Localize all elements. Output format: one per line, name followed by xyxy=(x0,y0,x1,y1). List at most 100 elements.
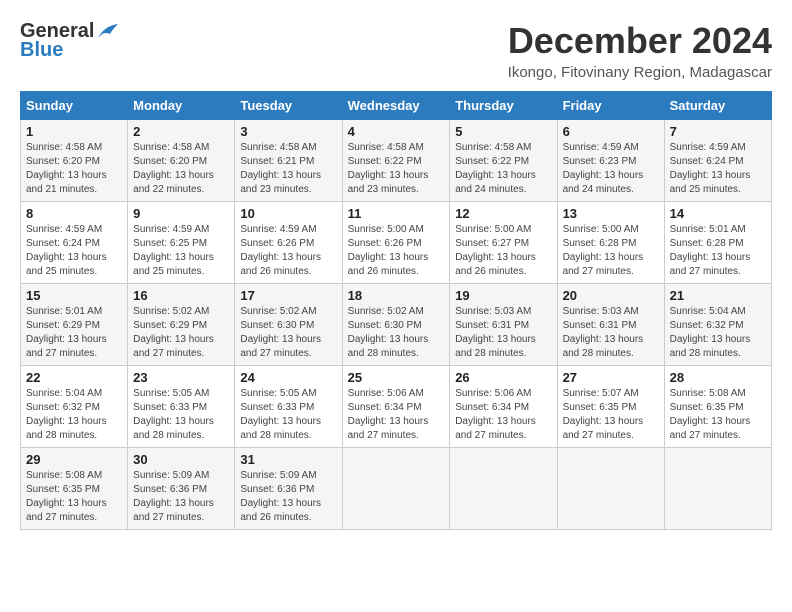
day-number: 22 xyxy=(26,370,122,385)
day-info: Sunrise: 4:58 AMSunset: 6:22 PMDaylight:… xyxy=(348,141,445,197)
day-number: 21 xyxy=(670,288,766,303)
day-number: 19 xyxy=(455,288,551,303)
calendar-cell: 29Sunrise: 5:08 AMSunset: 6:35 PMDayligh… xyxy=(21,448,128,530)
day-number: 5 xyxy=(455,124,551,139)
day-header-monday: Monday xyxy=(128,92,235,120)
calendar-cell: 20Sunrise: 5:03 AMSunset: 6:31 PMDayligh… xyxy=(557,284,664,366)
calendar-cell: 7 Sunrise: 4:59 AMSunset: 6:24 PMDaylight… xyxy=(664,120,771,202)
day-header-wednesday: Wednesday xyxy=(342,92,450,120)
day-number: 3 xyxy=(240,124,336,139)
day-info: Sunrise: 5:07 AMSunset: 6:35 PMDaylight:… xyxy=(563,387,659,443)
day-number: 27 xyxy=(563,370,659,385)
calendar-cell: 24 Sunrise: 5:05 AMSunset: 6:33 PMDayligh… xyxy=(235,366,342,448)
day-info: Sunrise: 4:58 AMSunset: 6:22 PMDaylight:… xyxy=(455,141,551,197)
day-info: Sunrise: 5:09 AMSunset: 6:36 PMDaylight:… xyxy=(133,469,229,525)
calendar-cell: 22 Sunrise: 5:04 AMSunset: 6:32 PMDayligh… xyxy=(21,366,128,448)
calendar-cell: 25 Sunrise: 5:06 AMSunset: 6:34 PMDayligh… xyxy=(342,366,450,448)
calendar-cell: 10Sunrise: 4:59 AMSunset: 6:26 PMDayligh… xyxy=(235,202,342,284)
day-number: 15 xyxy=(26,288,122,303)
logo-blue-text: Blue xyxy=(20,39,63,62)
logo: General Blue xyxy=(20,20,118,62)
day-number: 25 xyxy=(348,370,445,385)
calendar-cell: 5 Sunrise: 4:58 AMSunset: 6:22 PMDaylight… xyxy=(450,120,557,202)
day-number: 14 xyxy=(670,206,766,221)
calendar-cell: 11Sunrise: 5:00 AMSunset: 6:26 PMDayligh… xyxy=(342,202,450,284)
day-number: 28 xyxy=(670,370,766,385)
day-number: 13 xyxy=(563,206,659,221)
calendar-cell: 12 Sunrise: 5:00 AMSunset: 6:27 PMDayligh… xyxy=(450,202,557,284)
day-number: 30 xyxy=(133,452,229,467)
day-header-thursday: Thursday xyxy=(450,92,557,120)
calendar-cell: 28 Sunrise: 5:08 AMSunset: 6:35 PMDayligh… xyxy=(664,366,771,448)
calendar-cell xyxy=(450,448,557,530)
calendar-cell: 8Sunrise: 4:59 AMSunset: 6:24 PMDaylight… xyxy=(21,202,128,284)
day-info: Sunrise: 4:59 AMSunset: 6:24 PMDaylight:… xyxy=(26,223,122,279)
day-info: Sunrise: 5:05 AMSunset: 6:33 PMDaylight:… xyxy=(240,387,336,443)
day-info: Sunrise: 5:00 AMSunset: 6:26 PMDaylight:… xyxy=(348,223,445,279)
calendar-cell: 15 Sunrise: 5:01 AMSunset: 6:29 PMDayligh… xyxy=(21,284,128,366)
day-info: Sunrise: 5:05 AMSunset: 6:33 PMDaylight:… xyxy=(133,387,229,443)
day-info: Sunrise: 5:08 AMSunset: 6:35 PMDaylight:… xyxy=(670,387,766,443)
calendar-cell: 16 Sunrise: 5:02 AMSunset: 6:29 PMDayligh… xyxy=(128,284,235,366)
day-info: Sunrise: 5:09 AMSunset: 6:36 PMDaylight:… xyxy=(240,469,336,525)
calendar-cell: 19 Sunrise: 5:03 AMSunset: 6:31 PMDayligh… xyxy=(450,284,557,366)
calendar-cell: 2Sunrise: 4:58 AMSunset: 6:20 PMDaylight… xyxy=(128,120,235,202)
calendar-cell: 31 Sunrise: 5:09 AMSunset: 6:36 PMDayligh… xyxy=(235,448,342,530)
day-info: Sunrise: 4:59 AMSunset: 6:24 PMDaylight:… xyxy=(670,141,766,197)
day-info: Sunrise: 5:01 AMSunset: 6:28 PMDaylight:… xyxy=(670,223,766,279)
day-number: 16 xyxy=(133,288,229,303)
day-header-friday: Friday xyxy=(557,92,664,120)
calendar-cell xyxy=(664,448,771,530)
logo-bird-icon xyxy=(96,24,118,40)
day-info: Sunrise: 5:02 AMSunset: 6:29 PMDaylight:… xyxy=(133,305,229,361)
day-info: Sunrise: 5:00 AMSunset: 6:27 PMDaylight:… xyxy=(455,223,551,279)
day-number: 23 xyxy=(133,370,229,385)
day-number: 24 xyxy=(240,370,336,385)
day-number: 12 xyxy=(455,206,551,221)
day-info: Sunrise: 5:01 AMSunset: 6:29 PMDaylight:… xyxy=(26,305,122,361)
calendar-week-row: 8Sunrise: 4:59 AMSunset: 6:24 PMDaylight… xyxy=(21,202,772,284)
day-number: 9 xyxy=(133,206,229,221)
day-info: Sunrise: 5:04 AMSunset: 6:32 PMDaylight:… xyxy=(26,387,122,443)
calendar-week-row: 29Sunrise: 5:08 AMSunset: 6:35 PMDayligh… xyxy=(21,448,772,530)
calendar-cell: 26Sunrise: 5:06 AMSunset: 6:34 PMDayligh… xyxy=(450,366,557,448)
calendar-cell: 23 Sunrise: 5:05 AMSunset: 6:33 PMDayligh… xyxy=(128,366,235,448)
calendar-cell: 1Sunrise: 4:58 AMSunset: 6:20 PMDaylight… xyxy=(21,120,128,202)
calendar-header-row: SundayMondayTuesdayWednesdayThursdayFrid… xyxy=(21,92,772,120)
calendar-cell: 30 Sunrise: 5:09 AMSunset: 6:36 PMDayligh… xyxy=(128,448,235,530)
day-number: 17 xyxy=(240,288,336,303)
calendar-cell: 13 Sunrise: 5:00 AMSunset: 6:28 PMDayligh… xyxy=(557,202,664,284)
day-info: Sunrise: 4:59 AMSunset: 6:23 PMDaylight:… xyxy=(563,141,659,197)
title-section: December 2024 Ikongo, Fitovinany Region,… xyxy=(508,20,772,81)
day-info: Sunrise: 4:58 AMSunset: 6:20 PMDaylight:… xyxy=(26,141,122,197)
day-number: 29 xyxy=(26,452,122,467)
day-header-tuesday: Tuesday xyxy=(235,92,342,120)
day-info: Sunrise: 4:59 AMSunset: 6:25 PMDaylight:… xyxy=(133,223,229,279)
day-number: 10 xyxy=(240,206,336,221)
day-info: Sunrise: 5:06 AMSunset: 6:34 PMDaylight:… xyxy=(348,387,445,443)
calendar-cell xyxy=(557,448,664,530)
day-header-sunday: Sunday xyxy=(21,92,128,120)
day-number: 18 xyxy=(348,288,445,303)
calendar-week-row: 15 Sunrise: 5:01 AMSunset: 6:29 PMDayligh… xyxy=(21,284,772,366)
day-number: 6 xyxy=(563,124,659,139)
day-info: Sunrise: 5:00 AMSunset: 6:28 PMDaylight:… xyxy=(563,223,659,279)
day-number: 20 xyxy=(563,288,659,303)
calendar-cell: 4Sunrise: 4:58 AMSunset: 6:22 PMDaylight… xyxy=(342,120,450,202)
calendar-cell: 27 Sunrise: 5:07 AMSunset: 6:35 PMDayligh… xyxy=(557,366,664,448)
calendar-cell: 14 Sunrise: 5:01 AMSunset: 6:28 PMDayligh… xyxy=(664,202,771,284)
calendar-cell: 21Sunrise: 5:04 AMSunset: 6:32 PMDayligh… xyxy=(664,284,771,366)
day-number: 7 xyxy=(670,124,766,139)
day-info: Sunrise: 5:03 AMSunset: 6:31 PMDaylight:… xyxy=(455,305,551,361)
calendar-cell: 3Sunrise: 4:58 AMSunset: 6:21 PMDaylight… xyxy=(235,120,342,202)
day-header-saturday: Saturday xyxy=(664,92,771,120)
calendar-cell: 9 Sunrise: 4:59 AMSunset: 6:25 PMDaylight… xyxy=(128,202,235,284)
location-title: Ikongo, Fitovinany Region, Madagascar xyxy=(508,64,772,81)
day-info: Sunrise: 5:02 AMSunset: 6:30 PMDaylight:… xyxy=(348,305,445,361)
calendar-week-row: 1Sunrise: 4:58 AMSunset: 6:20 PMDaylight… xyxy=(21,120,772,202)
day-number: 31 xyxy=(240,452,336,467)
page-header: General Blue December 2024 Ikongo, Fitov… xyxy=(20,20,772,81)
calendar-cell: 18 Sunrise: 5:02 AMSunset: 6:30 PMDayligh… xyxy=(342,284,450,366)
month-title: December 2024 xyxy=(508,20,772,62)
calendar-table: SundayMondayTuesdayWednesdayThursdayFrid… xyxy=(20,91,772,530)
